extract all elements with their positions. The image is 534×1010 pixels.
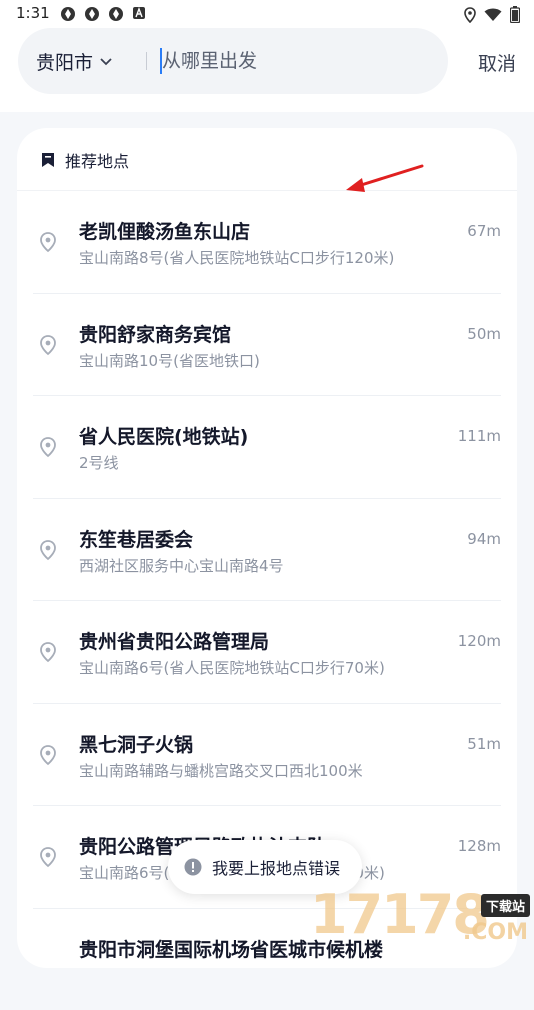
place-name: 贵阳舒家商务宾馆 [79,320,231,347]
city-label: 贵阳市 [36,48,93,75]
sync-icon [60,6,76,22]
wifi-icon [484,8,502,22]
chevron-down-icon [99,57,113,67]
watermark-number: 17178 [310,880,488,950]
location-pin-icon [39,539,57,561]
place-address: 宝山南路6号(省人民医院地铁站C口步行70米) [79,657,385,678]
list-item[interactable]: 省人民医院(地铁站) 2号线 111m [33,395,501,498]
list-item[interactable]: 老凯俚酸汤鱼东山店 宝山南路8号(省人民医院地铁站C口步行120米) 67m [17,190,517,293]
place-name: 贵州省贵阳公路管理局 [79,627,269,654]
place-address: 西湖社区服务中心宝山南路4号 [79,555,284,576]
place-name: 省人民医院(地铁站) [79,422,248,449]
watermark-badge: 下载站 [481,894,530,917]
place-name: 东笙巷居委会 [79,525,193,552]
sync-icon [108,6,124,22]
location-pin-icon [39,231,57,253]
battery-icon [510,6,520,23]
info-icon [184,858,202,876]
list-item[interactable]: 黑七洞子火锅 宝山南路辅路与蟠桃宫路交叉口西北100米 51m [33,703,501,806]
site-watermark: 17178 下载站 .COM [310,880,534,950]
place-name: 黑七洞子火锅 [79,730,193,757]
place-address: 宝山南路辅路与蟠桃宫路交叉口西北100米 [79,760,363,781]
bookmark-icon [41,152,55,168]
list-item[interactable]: 东笙巷居委会 西湖社区服务中心宝山南路4号 94m [33,498,501,601]
cancel-button[interactable]: 取消 [478,49,516,76]
list-item[interactable]: 贵州省贵阳公路管理局 宝山南路6号(省人民医院地铁站C口步行70米) 120m [33,600,501,703]
city-selector[interactable]: 贵阳市 [36,48,113,75]
place-name: 老凯俚酸汤鱼东山店 [79,217,250,244]
search-header: 贵阳市 取消 [0,28,534,112]
place-address: 宝山南路10号(省医地铁口) [79,350,260,371]
card-header: 推荐地点 [41,148,129,172]
origin-search-input[interactable] [162,44,432,78]
search-divider [146,52,147,70]
list-item[interactable]: 贵阳舒家商务宾馆 宝山南路10号(省医地铁口) 50m [33,293,501,396]
place-distance: 128m [458,837,501,855]
location-pin-icon [39,641,57,663]
watermark-suffix: .COM [463,920,528,945]
status-icons-right [464,6,520,23]
place-distance: 51m [467,735,501,753]
place-distance: 67m [467,222,501,240]
place-address: 2号线 [79,452,119,473]
status-bar: 1:31 [0,0,534,28]
search-box: 贵阳市 [18,28,448,94]
location-pin-icon [39,744,57,766]
location-pin-icon [39,334,57,356]
sync-icon [84,6,100,22]
card-title: 推荐地点 [65,148,129,172]
location-pin-icon [39,846,57,868]
location-pin-icon [39,436,57,458]
status-time: 1:31 [16,4,50,22]
toast-label: 我要上报地点错误 [212,855,340,879]
status-icons-left [60,6,146,22]
place-distance: 120m [458,632,501,650]
a-icon [132,6,146,20]
annotation-arrow-icon [340,160,430,196]
place-distance: 111m [458,427,501,445]
location-icon [464,7,476,23]
place-distance: 94m [467,530,501,548]
place-distance: 50m [467,325,501,343]
place-address: 宝山南路8号(省人民医院地铁站C口步行120米) [79,247,394,268]
